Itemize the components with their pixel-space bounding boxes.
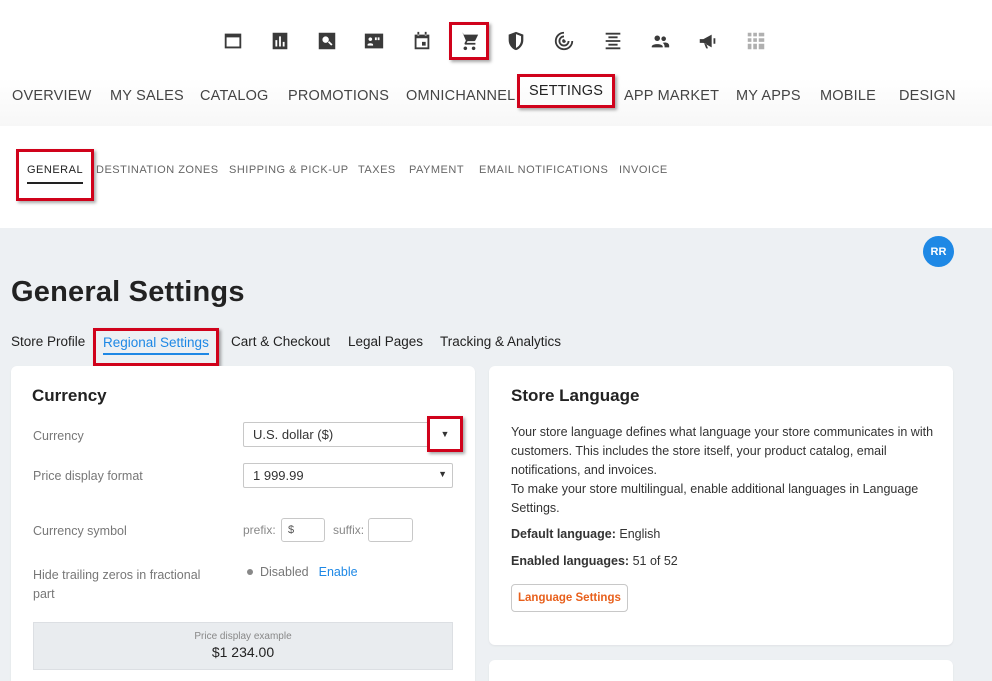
currency-symbol-label: Currency symbol bbox=[33, 524, 127, 538]
dashboard-icon[interactable] bbox=[213, 22, 253, 60]
active-tab-underline bbox=[103, 353, 209, 355]
store-language-card: Store Language Your store language defin… bbox=[489, 366, 953, 645]
users-icon[interactable] bbox=[640, 22, 680, 60]
currency-select-value: U.S. dollar ($) bbox=[253, 427, 334, 442]
megaphone-icon[interactable] bbox=[688, 22, 728, 60]
subnav-taxes[interactable]: TAXES bbox=[358, 164, 396, 176]
subnav-invoice[interactable]: INVOICE bbox=[619, 164, 668, 176]
subnav-general-label: GENERAL bbox=[27, 164, 84, 176]
nav-omnichannel[interactable]: OMNICHANNEL bbox=[406, 88, 515, 104]
chevron-down-icon[interactable]: ▼ bbox=[427, 416, 463, 452]
grid-icon[interactable] bbox=[736, 22, 776, 60]
currency-select[interactable]: U.S. dollar ($) ▼ bbox=[243, 416, 463, 452]
description-paragraph-2: To make your store multilingual, enable … bbox=[511, 482, 919, 515]
default-language-value: English bbox=[619, 527, 661, 541]
page-title: General Settings bbox=[11, 276, 245, 308]
store-language-description: Your store language defines what languag… bbox=[511, 423, 936, 518]
tab-store-profile[interactable]: Store Profile bbox=[11, 334, 85, 349]
next-card bbox=[489, 660, 953, 681]
nav-design[interactable]: DESIGN bbox=[899, 88, 956, 104]
default-language: Default language: English bbox=[511, 527, 660, 541]
sub-nav: GENERAL DESTINATION ZONES SHIPPING & PIC… bbox=[0, 126, 992, 228]
avatar[interactable]: RR bbox=[923, 236, 954, 267]
price-format-label: Price display format bbox=[33, 469, 143, 483]
subnav-payment[interactable]: PAYMENT bbox=[409, 164, 464, 176]
subnav-general[interactable]: GENERAL bbox=[16, 149, 95, 201]
enable-link[interactable]: Enable bbox=[319, 565, 358, 579]
trailing-zeros-label: Hide trailing zeros in fractional part bbox=[33, 568, 201, 601]
reports-icon[interactable] bbox=[260, 22, 300, 60]
default-language-label: Default language: bbox=[511, 527, 616, 541]
price-format-select[interactable]: 1 999.99 ▼ bbox=[243, 463, 453, 488]
search-icon[interactable] bbox=[307, 22, 347, 60]
nav-my-apps[interactable]: MY APPS bbox=[736, 88, 801, 104]
chevron-down-icon: ▼ bbox=[438, 469, 447, 479]
suffix-input[interactable] bbox=[368, 518, 413, 542]
active-underline bbox=[27, 182, 84, 184]
tab-cart-checkout[interactable]: Cart & Checkout bbox=[231, 334, 330, 349]
nav-overview[interactable]: OVERVIEW bbox=[12, 88, 92, 104]
enabled-languages-value: 51 of 52 bbox=[632, 554, 678, 568]
status-dot-icon bbox=[247, 568, 253, 575]
tab-regional-settings-label: Regional Settings bbox=[103, 335, 209, 350]
currency-title: Currency bbox=[32, 386, 107, 405]
currency-card: Currency Currency U.S. dollar ($) ▼ Pric… bbox=[11, 366, 475, 681]
enabled-languages-label: Enabled languages: bbox=[511, 554, 630, 568]
subnav-shipping[interactable]: SHIPPING & PICK-UP bbox=[229, 164, 349, 176]
description-paragraph-1: Your store language defines what languag… bbox=[511, 425, 934, 477]
prefix-input[interactable]: $ bbox=[281, 518, 325, 542]
currency-label: Currency bbox=[33, 429, 84, 443]
tab-legal-pages[interactable]: Legal Pages bbox=[348, 334, 423, 349]
top-icon-bar bbox=[0, 22, 992, 62]
trailing-zeros-toggle: Disabled Enable bbox=[247, 565, 358, 579]
settings-tabs: Store Profile Regional Settings Cart & C… bbox=[11, 328, 711, 366]
nav-app-market[interactable]: APP MARKET bbox=[624, 88, 719, 104]
store-language-title: Store Language bbox=[511, 386, 640, 405]
price-format-value: 1 999.99 bbox=[253, 468, 304, 483]
radar-icon[interactable] bbox=[544, 22, 584, 60]
align-icon[interactable] bbox=[593, 22, 633, 60]
tab-tracking-analytics[interactable]: Tracking & Analytics bbox=[440, 334, 561, 349]
price-example-box: Price display example $1 234.00 bbox=[33, 622, 453, 670]
subnav-email-notifications[interactable]: EMAIL NOTIFICATIONS bbox=[479, 164, 608, 176]
tab-regional-settings[interactable]: Regional Settings bbox=[93, 328, 219, 366]
suffix-label: suffix: bbox=[333, 523, 365, 537]
subnav-destination-zones[interactable]: DESTINATION ZONES bbox=[96, 164, 219, 176]
enabled-languages: Enabled languages: 51 of 52 bbox=[511, 554, 678, 568]
shield-icon[interactable] bbox=[496, 22, 536, 60]
contacts-icon[interactable] bbox=[354, 22, 394, 60]
trailing-zeros-status: Disabled bbox=[260, 565, 309, 579]
nav-promotions[interactable]: PROMOTIONS bbox=[288, 88, 389, 104]
cart-icon[interactable] bbox=[449, 22, 489, 60]
nav-settings[interactable]: SETTINGS bbox=[517, 74, 616, 108]
prefix-label: prefix: bbox=[243, 523, 276, 537]
calendar-icon[interactable] bbox=[402, 22, 442, 60]
nav-catalog[interactable]: CATALOG bbox=[200, 88, 269, 104]
price-example-caption: Price display example bbox=[194, 631, 292, 642]
price-example-value: $1 234.00 bbox=[211, 644, 275, 660]
nav-my-sales[interactable]: MY SALES bbox=[110, 88, 184, 104]
main-nav: OVERVIEW MY SALES CATALOG PROMOTIONS OMN… bbox=[0, 74, 992, 126]
language-settings-button[interactable]: Language Settings bbox=[511, 584, 628, 612]
nav-mobile[interactable]: MOBILE bbox=[820, 88, 876, 104]
content-area: RR General Settings Store Profile Region… bbox=[0, 228, 992, 681]
